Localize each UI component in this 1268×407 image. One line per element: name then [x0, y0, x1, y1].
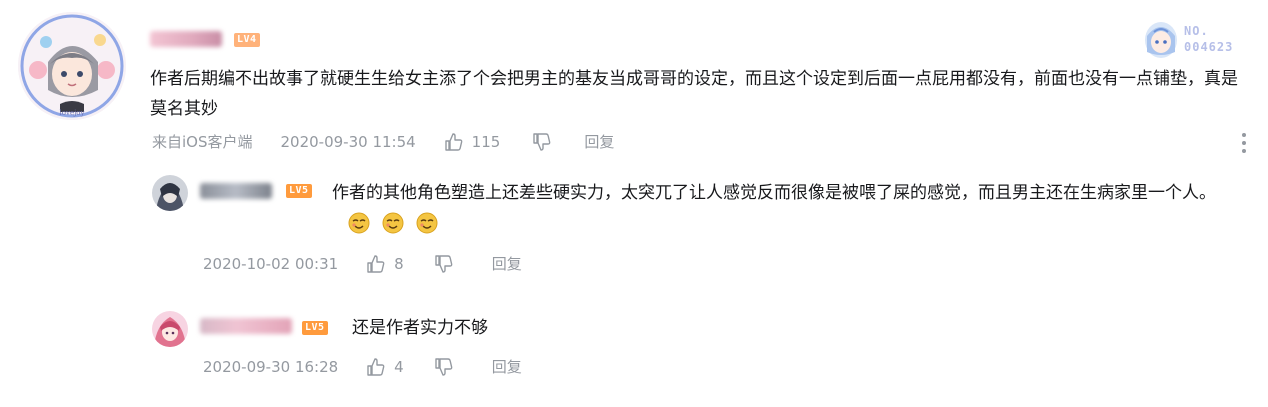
badge-label: NO.: [1184, 24, 1209, 38]
reply-avatar[interactable]: [152, 175, 188, 211]
reply-dislike-button[interactable]: [434, 357, 454, 377]
reply-username-blurred[interactable]: [200, 318, 292, 334]
reply-dislike-button[interactable]: [434, 254, 454, 274]
username-blurred[interactable]: [150, 31, 222, 47]
svg-text:lovejoy: lovejoy: [60, 109, 85, 117]
reply-avatar-image: [152, 175, 188, 211]
reply-meta: 2020-10-02 00:31 8 回复: [203, 254, 603, 274]
reply-like-button[interactable]: 8: [366, 254, 404, 274]
reply-meta: 2020-09-30 16:28 4 回复: [203, 357, 603, 377]
reply-level-badge: LV5: [286, 184, 312, 198]
reply-like-button[interactable]: 4: [366, 357, 404, 377]
source-label: 来自iOS客户端: [152, 133, 253, 151]
like-count: 115: [471, 133, 501, 151]
reply-username-blurred[interactable]: [200, 183, 272, 199]
doge-icon: [382, 212, 404, 234]
avatar[interactable]: lovejoy: [18, 12, 126, 120]
timestamp: 2020-09-30 11:54: [280, 133, 416, 151]
reply-text: 还是作者实力不够: [352, 318, 488, 338]
reply-timestamp: 2020-10-02 00:31: [203, 255, 339, 273]
comment-text: 作者后期编不出故事了就硬生生给女主添了个会把男主的基友当成哥哥的设定，而且这个设…: [150, 69, 1238, 119]
reply-avatar[interactable]: [152, 311, 188, 347]
fan-badge: NO. 004623: [1142, 18, 1254, 62]
reply-reply-button[interactable]: 回复: [492, 254, 522, 274]
reply-button[interactable]: 回复: [584, 132, 614, 152]
thumbs-down-icon: [435, 358, 453, 376]
thumbs-up-icon: [367, 358, 385, 376]
thumbs-down-icon: [533, 133, 551, 151]
like-button[interactable]: 115: [444, 132, 501, 152]
comment-meta: 来自iOS客户端 2020-09-30 11:54 115 回复: [152, 132, 712, 152]
reply-like-count: 4: [394, 358, 404, 376]
dislike-button[interactable]: [532, 132, 552, 152]
doge-icon: [416, 212, 438, 234]
reply-like-count: 8: [394, 255, 404, 273]
more-options-icon[interactable]: [1240, 132, 1248, 154]
level-badge: LV4: [234, 33, 260, 47]
reply-avatar-image: [152, 311, 188, 347]
thumbs-up-icon: [444, 133, 463, 151]
reply-text-content: 作者的其他角色塑造上还差些硬实力，太突兀了让人感觉反而很像是被喂了屎的感觉，而且…: [332, 183, 1216, 203]
reply-level-badge: LV5: [302, 321, 328, 335]
thumbs-up-icon: [367, 255, 385, 273]
thumbs-down-icon: [435, 255, 453, 273]
badge-number: 004623: [1184, 40, 1234, 54]
avatar-image: lovejoy: [18, 12, 126, 120]
reply-reply-button[interactable]: 回复: [492, 357, 522, 377]
reply-timestamp: 2020-09-30 16:28: [203, 358, 339, 376]
doge-icon: [348, 212, 370, 234]
reply-text: 作者的其他角色塑造上还差些硬实力，太突兀了让人感觉反而很像是被喂了屎的感觉，而且…: [332, 178, 1252, 208]
badge-character-icon: [1145, 22, 1177, 58]
